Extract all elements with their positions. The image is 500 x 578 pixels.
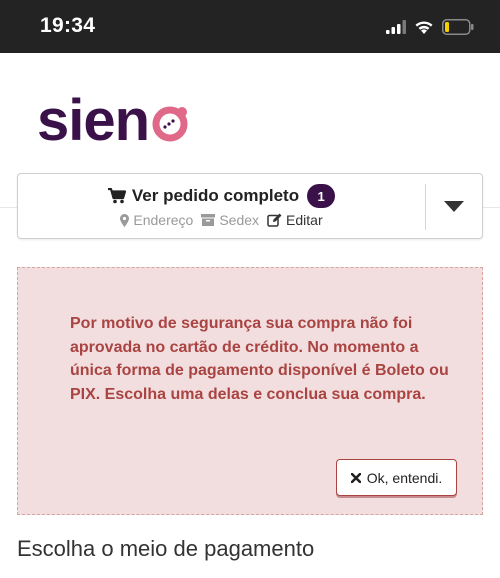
step-shipping-label: Sedex xyxy=(219,212,260,228)
step-address: Endereço xyxy=(120,212,193,228)
map-marker-icon xyxy=(120,213,130,227)
shopping-cart-icon xyxy=(107,188,126,204)
battery-icon xyxy=(442,19,474,35)
box-icon xyxy=(201,214,216,226)
payment-alert: Por motivo de segurança sua compra não f… xyxy=(17,267,483,515)
status-icons xyxy=(386,16,474,38)
wifi-icon xyxy=(415,20,433,34)
step-address-label: Endereço xyxy=(133,212,194,228)
edit-link[interactable]: Editar xyxy=(267,212,323,228)
edit-icon xyxy=(267,213,282,227)
order-title[interactable]: Ver pedido completo xyxy=(132,186,299,206)
status-bar: 19:34 xyxy=(0,0,500,53)
edit-link-label[interactable]: Editar xyxy=(286,212,323,228)
logo-mark-icon xyxy=(152,106,188,142)
order-summary-main[interactable]: Ver pedido completo 1 Endereço Sedex Edi… xyxy=(18,174,425,238)
order-expand-toggle[interactable] xyxy=(426,174,482,238)
caret-down-icon xyxy=(444,200,464,212)
order-count-badge: 1 xyxy=(307,184,336,208)
signal-icon xyxy=(386,20,406,34)
step-shipping: Sedex xyxy=(201,212,259,228)
logo-text: sien xyxy=(37,88,150,153)
close-icon xyxy=(350,472,361,483)
brand-logo[interactable]: sien xyxy=(37,90,191,152)
ok-button-label[interactable]: Ok, entendi. xyxy=(367,470,443,486)
status-time: 19:34 xyxy=(40,14,96,37)
order-title-row[interactable]: Ver pedido completo 1 xyxy=(18,184,425,208)
payment-section-title: Escolha o meio de pagamento xyxy=(17,536,315,561)
ok-button[interactable]: Ok, entendi. xyxy=(336,459,457,496)
order-summary: Ver pedido completo 1 Endereço Sedex Edi… xyxy=(17,173,483,239)
order-steps: Endereço Sedex Editar xyxy=(18,212,425,228)
alert-message: Por motivo de segurança sua compra não f… xyxy=(70,315,449,403)
